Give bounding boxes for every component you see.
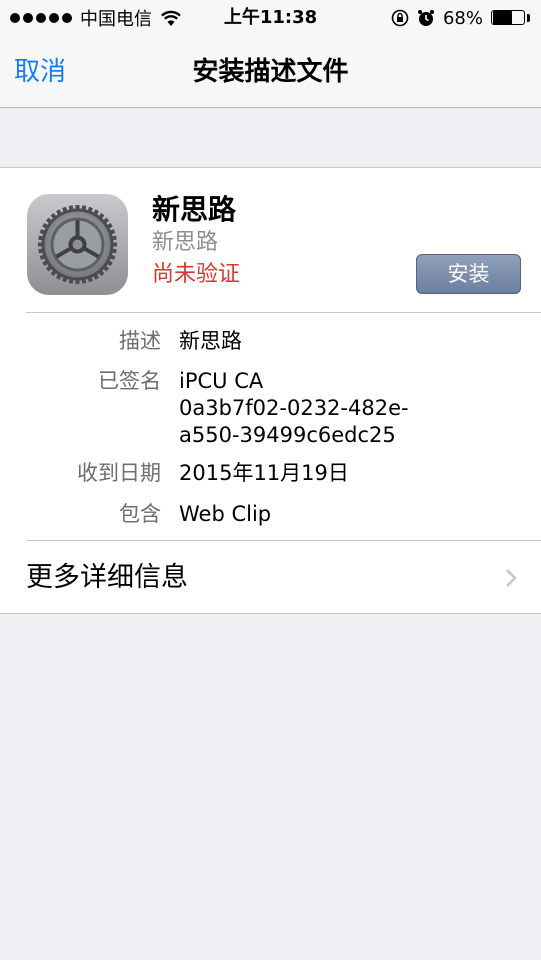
received-value: 2015年11月19日	[179, 461, 349, 485]
status-right: 68%	[391, 5, 531, 31]
alarm-icon	[417, 10, 434, 26]
status-bar: 中国电信 上午11:38 68%	[0, 0, 541, 36]
chevron-right-icon	[506, 569, 517, 587]
rotation-lock-icon	[391, 9, 409, 27]
verification-status: 尚未验证	[152, 262, 241, 287]
profile-name: 新思路	[152, 193, 237, 226]
battery-icon	[491, 9, 531, 27]
profile-card: 新思路 新思路 尚未验证 安装 描述 新思路 已签名 iPCU CA 0a3b7…	[0, 167, 541, 614]
divider	[26, 312, 541, 313]
page-title: 安装描述文件	[192, 57, 349, 87]
more-info-label: 更多详细信息	[26, 562, 188, 593]
more-info-row[interactable]: 更多详细信息	[0, 541, 541, 614]
settings-gear-icon	[27, 194, 128, 295]
received-label: 收到日期	[77, 461, 161, 485]
battery-percent: 68%	[442, 7, 483, 29]
signed-value-line-3: a550-39499c6edc25	[179, 423, 396, 447]
signed-value-line-1: iPCU CA	[179, 369, 264, 393]
contains-value: Web Clip	[179, 502, 272, 526]
description-value: 新思路	[179, 329, 242, 353]
contains-label: 包含	[119, 502, 161, 526]
install-button[interactable]: 安装	[416, 254, 521, 294]
profile-organization: 新思路	[152, 230, 219, 255]
signed-label: 已签名	[98, 369, 161, 393]
description-label: 描述	[119, 329, 161, 353]
signed-value-line-2: 0a3b7f02-0232-482e-	[179, 396, 409, 420]
navigation-bar: 取消 安装描述文件	[0, 36, 541, 108]
